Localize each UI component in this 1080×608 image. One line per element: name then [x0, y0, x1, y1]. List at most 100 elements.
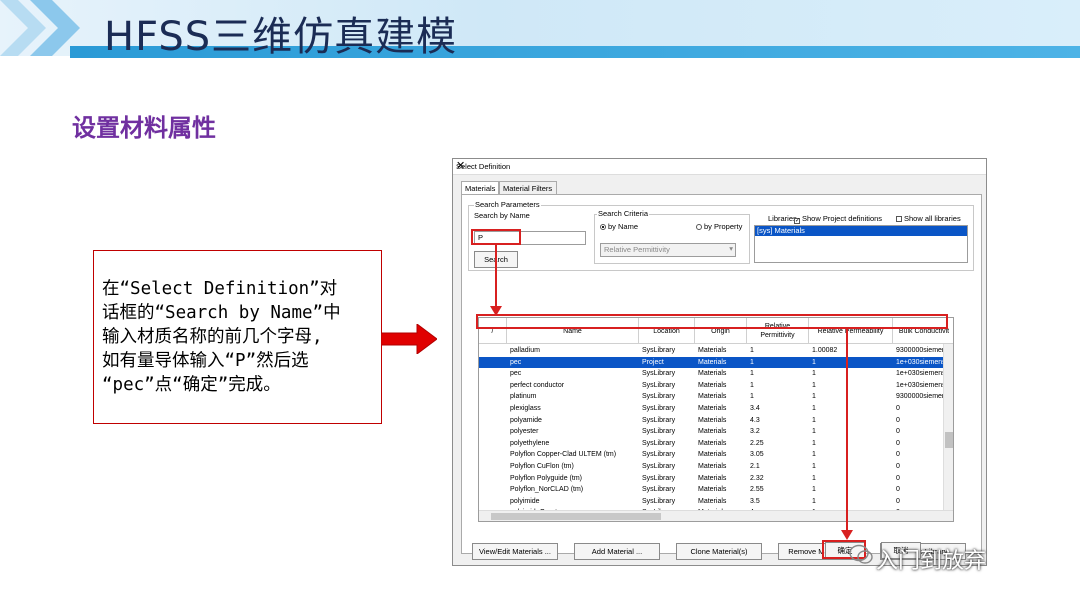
table-cell-location: SysLibrary — [642, 428, 676, 436]
annotation-line — [495, 245, 497, 315]
scroll-thumb[interactable] — [491, 513, 661, 520]
table-cell-permb: 1 — [812, 370, 816, 378]
table-cell-name: perfect conductor — [510, 381, 565, 389]
table-cell-perm: 3.2 — [750, 428, 760, 436]
table-cell-permb: 1 — [812, 439, 816, 447]
table-row[interactable]: palladium SysLibrary Materials 1 1.00082 9300… — [479, 345, 953, 357]
horizontal-scrollbar[interactable] — [479, 510, 953, 521]
tab-materials[interactable]: Materials — [461, 181, 499, 195]
annotation-line — [846, 329, 848, 535]
table-cell-perm: 1 — [750, 370, 754, 378]
table-cell-perm: 1 — [750, 347, 754, 354]
table-row[interactable]: pec SysLibrary Materials 1 1 1e+030siemens/m — [479, 368, 953, 380]
table-cell-origin: Materials — [698, 474, 727, 482]
table-cell-name: palladium — [510, 347, 540, 354]
wechat-icon — [849, 544, 873, 564]
table-cell-location: SysLibrary — [642, 474, 676, 482]
table-cell-name: Polyflon Polyguide (tm) — [510, 474, 582, 482]
property-select-value: Relative Permittivity — [604, 245, 670, 254]
show-project-definitions-label: Show Project definitions — [802, 214, 883, 223]
table-row[interactable]: perfect conductor SysLibrary Materials 1 1 1e… — [479, 380, 953, 392]
materials-table: / Name Location Origin Relative Permitti… — [478, 317, 954, 522]
table-cell-permb: 1 — [812, 463, 816, 470]
table-cell-name: polyamide — [510, 416, 542, 424]
note-line: 如有量导体输入“P”然后选 — [102, 351, 309, 371]
table-cell-perm: 1 — [750, 358, 754, 366]
by-name-label: by Name — [608, 222, 639, 231]
table-cell-perm: 2.1 — [750, 463, 760, 470]
table-cell-location: SysLibrary — [642, 381, 676, 389]
table-cell-location: SysLibrary — [642, 486, 676, 494]
table-cell-location: SysLibrary — [642, 370, 676, 378]
table-row[interactable]: plexiglass SysLibrary Materials 3.4 1 0 — [479, 403, 953, 415]
table-cell-name: polyimide — [510, 497, 540, 505]
table-cell-location: SysLibrary — [642, 347, 676, 354]
note-line: 在“Select Definition”对 — [102, 279, 338, 299]
table-cell-origin: Materials — [698, 428, 727, 436]
watermark-text: 入门到放弃 — [876, 549, 987, 574]
table-row[interactable]: Polyflon CuFlon (tm) SysLibrary Materials 2… — [479, 461, 953, 473]
table-cell-name: platinum — [510, 393, 537, 401]
select-definition-dialog: Select Definition ✕ Materials Material F… — [452, 158, 987, 566]
table-cell-location: SysLibrary — [642, 497, 676, 505]
table-cell-name: Polyflon CuFlon (tm) — [510, 463, 574, 470]
by-name-radio[interactable]: by Name — [600, 222, 638, 231]
table-cell-location: SysLibrary — [642, 405, 676, 412]
table-row[interactable]: Polyflon_NorCLAD (tm) SysLibrary Materials… — [479, 484, 953, 496]
note-line: 话框的“Search by Name”中 — [102, 303, 341, 323]
table-cell-name: pec — [510, 358, 522, 366]
radio-on-icon — [600, 224, 606, 230]
table-cell-location: SysLibrary — [642, 416, 676, 424]
table-row[interactable]: polyethylene SysLibrary Materials 2.25 1 0 — [479, 438, 953, 450]
table-cell-origin: Materials — [698, 358, 727, 366]
table-cell-location: SysLibrary — [642, 439, 676, 447]
table-cell-perm: 1 — [750, 381, 754, 389]
annotation-arrow-icon — [841, 530, 853, 540]
note-line: 输入材质名称的前几个字母, — [102, 327, 323, 347]
search-by-name-label: Search by Name — [474, 211, 530, 220]
view-edit-materials-button[interactable]: View/Edit Materials ... — [472, 543, 558, 560]
table-cell-perm: 2.32 — [750, 474, 764, 482]
scroll-thumb[interactable] — [945, 432, 953, 448]
table-cell-name: polyethylene — [510, 439, 550, 447]
table-cell-permb: 1 — [812, 497, 816, 505]
table-row[interactable]: Polyflon Copper-Clad ULTEM (tm) SysLibrar… — [479, 449, 953, 461]
tab-material-filters[interactable]: Material Filters — [499, 181, 557, 195]
table-cell-permb: 1 — [812, 381, 816, 389]
table-cell-permb: 1.00082 — [812, 347, 838, 354]
add-material-button[interactable]: Add Material ... — [574, 543, 660, 560]
by-property-radio[interactable]: by Property — [696, 222, 742, 231]
vertical-scrollbar[interactable] — [943, 344, 953, 512]
table-cell-origin: Materials — [698, 405, 727, 412]
libraries-label: Libraries — [768, 214, 797, 223]
property-select[interactable]: Relative Permittivity ▾ — [600, 243, 736, 257]
table-cell-origin: Materials — [698, 370, 727, 378]
table-cell-origin: Materials — [698, 497, 727, 505]
table-cell-perm: 2.55 — [750, 486, 764, 494]
clone-materials-button[interactable]: Clone Material(s) — [676, 543, 762, 560]
table-cell-permb: 1 — [812, 451, 816, 459]
table-cell-location: SysLibrary — [642, 393, 676, 401]
pec-row-highlight-box — [476, 314, 948, 329]
library-item[interactable]: [sys] Materials — [755, 226, 967, 236]
table-cell-perm: 3.05 — [750, 451, 764, 459]
show-all-libraries-checkbox[interactable]: Show all libraries — [896, 214, 961, 223]
page-title: HFSS三维仿真建模 — [104, 14, 458, 60]
header-banner: HFSS三维仿真建模 — [0, 0, 1080, 62]
table-row[interactable]: polyimide SysLibrary Materials 3.5 1 0 — [479, 496, 953, 508]
table-cell-perm: 3.4 — [750, 405, 760, 412]
table-row[interactable]: pec Project Materials 1 1 1e+030siemens/m — [479, 356, 953, 369]
table-row[interactable]: platinum SysLibrary Materials 1 1 9300000siem… — [479, 391, 953, 403]
show-project-definitions-checkbox[interactable]: ✓ Show Project definitions — [794, 214, 882, 224]
note-line: “pec”点“确定”完成。 — [102, 375, 281, 395]
table-row[interactable]: polyamide SysLibrary Materials 4.3 1 0 — [479, 415, 953, 427]
table-row[interactable]: polyester SysLibrary Materials 3.2 1 0 — [479, 426, 953, 438]
libraries-list[interactable]: [sys] Materials — [754, 225, 968, 263]
table-cell-permb: 1 — [812, 474, 816, 482]
table-cell-name: Polyflon_NorCLAD (tm) — [510, 486, 584, 494]
table-row[interactable]: Polyflon Polyguide (tm) SysLibrary Materia… — [479, 473, 953, 485]
checkbox-checked-icon: ✓ — [794, 218, 801, 224]
close-icon[interactable]: ✕ — [456, 159, 982, 172]
table-cell-origin: Materials — [698, 393, 727, 401]
table-cell-origin: Materials — [698, 381, 727, 389]
